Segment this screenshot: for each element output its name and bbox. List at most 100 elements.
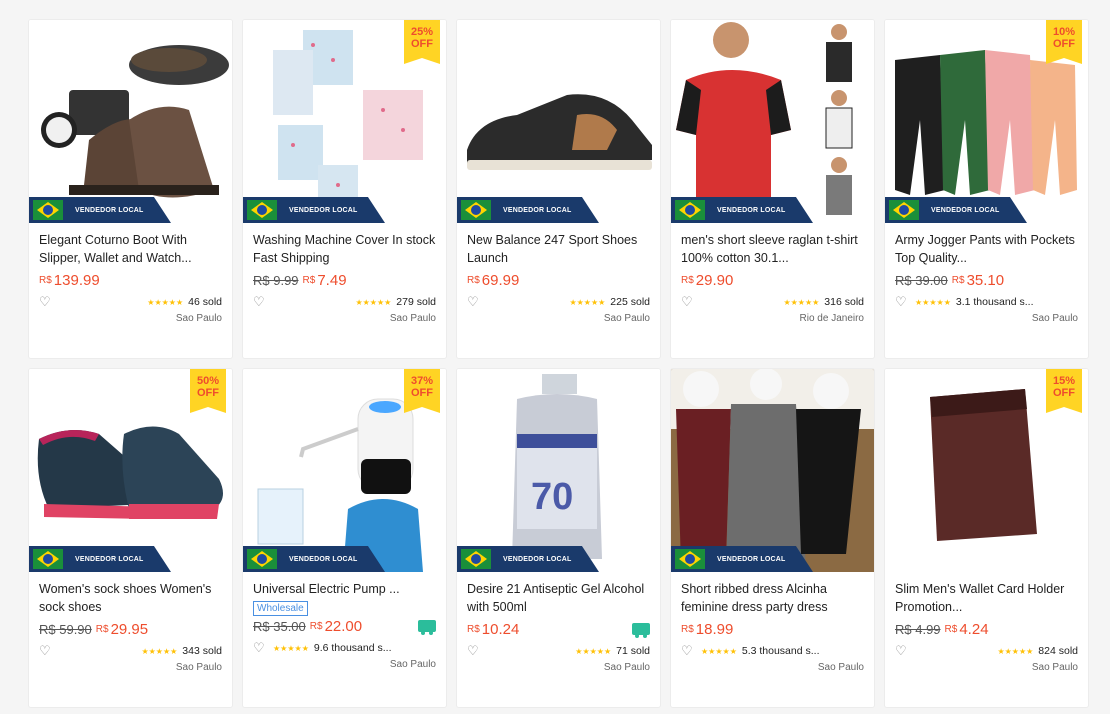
product-image[interactable]: 15% OFF — [885, 369, 1088, 572]
local-seller-label: VENDEDOR LOCAL — [289, 206, 358, 214]
currency-symbol: R$ — [681, 274, 694, 286]
discount-badge: 25% OFF — [404, 20, 440, 64]
local-seller-label: VENDEDOR LOCAL — [75, 206, 144, 214]
local-seller-label: VENDEDOR LOCAL — [289, 555, 358, 563]
currency-symbol: R$ — [467, 274, 480, 286]
discount-badge: 15% OFF — [1046, 369, 1082, 413]
heart-icon[interactable]: ♡ — [681, 295, 695, 308]
heart-icon[interactable]: ♡ — [681, 644, 695, 657]
product-title[interactable]: Army Jogger Pants with Pockets Top Quali… — [895, 231, 1078, 267]
product-image[interactable]: VENDEDOR LOCAL — [671, 369, 874, 572]
product-card[interactable]: 25% OFF VENDEDOR LOCAL Washing Machine C… — [243, 20, 446, 358]
heart-icon[interactable]: ♡ — [39, 295, 53, 308]
seller-location: Sao Paulo — [1031, 313, 1078, 324]
meta-row: ♡ ★★★★★ 343 sold — [39, 642, 222, 660]
product-image[interactable]: VENDEDOR LOCAL — [671, 20, 874, 223]
product-image[interactable]: 10% OFF VENDEDOR LOCAL — [885, 20, 1088, 223]
currency-symbol: R$ — [944, 623, 958, 635]
price-row: R$ 69.99 — [467, 269, 650, 291]
product-title[interactable]: Short ribbed dress Alcinha feminine dres… — [681, 580, 864, 616]
product-title[interactable]: Washing Machine Cover In stock Fast Ship… — [253, 231, 436, 267]
free-shipping-truck-icon — [632, 623, 650, 638]
boot-set-image — [29, 20, 232, 223]
product-image[interactable]: 70 VENDEDOR LOCAL — [457, 369, 660, 572]
meta-row: ♡ ★★★★★ 279 sold — [253, 293, 436, 311]
sold-count: 46 sold — [188, 296, 222, 308]
product-card[interactable]: VENDEDOR LOCAL Elegant Coturno Boot With… — [29, 20, 232, 358]
product-card[interactable]: VENDEDOR LOCAL New Balance 247 Sport Sho… — [457, 20, 660, 358]
product-title[interactable]: Desire 21 Antiseptic Gel Alcohol with 50… — [467, 580, 650, 616]
product-image[interactable]: VENDEDOR LOCAL — [29, 20, 232, 223]
product-card[interactable]: 50% OFF VENDEDOR LOCAL Women's sock shoe… — [29, 369, 232, 707]
seller-location: Rio de Janeiro — [799, 313, 864, 324]
heart-icon[interactable]: ♡ — [895, 644, 909, 657]
product-price: 22.00 — [324, 617, 363, 635]
dresses-image — [671, 369, 874, 572]
sold-count: 225 sold — [610, 296, 650, 308]
heart-icon[interactable]: ♡ — [39, 644, 53, 657]
discount-badge: 50% OFF — [190, 369, 226, 413]
star-rating-icon: ★★★★★ — [575, 646, 612, 656]
product-card[interactable]: 37% OFF VENDEDOR LOCAL Universal Electri… — [243, 369, 446, 707]
star-rating-icon: ★★★★★ — [915, 297, 951, 307]
product-price: 69.99 — [481, 271, 520, 289]
product-image[interactable]: VENDEDOR LOCAL — [457, 20, 660, 223]
product-title[interactable]: Women's sock shoes Women's sock shoes — [39, 580, 222, 616]
local-seller-label: VENDEDOR LOCAL — [717, 555, 786, 563]
product-title[interactable]: Elegant Coturno Boot With Slipper, Walle… — [39, 231, 222, 267]
currency-symbol: R$ — [302, 274, 316, 286]
heart-icon[interactable]: ♡ — [895, 295, 909, 308]
price-row: R$ 59.90 R$ 29.95 — [39, 618, 222, 640]
sneaker-image — [457, 20, 660, 223]
product-title[interactable]: New Balance 247 Sport Shoes Launch — [467, 231, 650, 267]
star-rating-icon: ★★★★★ — [147, 297, 184, 307]
star-rating-icon: ★★★★★ — [783, 297, 820, 307]
brazil-flag-icon — [461, 549, 491, 569]
brazil-flag-icon — [247, 200, 277, 220]
product-image[interactable]: 25% OFF VENDEDOR LOCAL — [243, 20, 446, 223]
local-seller-badge: VENDEDOR LOCAL — [457, 197, 599, 223]
local-seller-badge: VENDEDOR LOCAL — [885, 197, 1027, 223]
meta-row: ♡ ★★★★★ 225 sold — [467, 293, 650, 311]
wholesale-tag: Wholesale — [253, 601, 308, 616]
sold-count: 279 sold — [396, 296, 436, 308]
meta-row: ♡ ★★★★★ 3.1 thousand s... — [895, 293, 1078, 311]
local-seller-badge: VENDEDOR LOCAL — [29, 546, 171, 572]
product-title[interactable]: men's short sleeve raglan t-shirt 100% c… — [681, 231, 864, 267]
sold-count: 316 sold — [824, 296, 864, 308]
currency-symbol: R$ — [95, 623, 109, 635]
heart-icon[interactable]: ♡ — [467, 295, 481, 308]
product-card[interactable]: 70 VENDEDOR LOCAL Desire 21 Antiseptic G… — [457, 369, 660, 707]
original-price: R$ 9.99 — [253, 272, 299, 288]
heart-icon[interactable]: ♡ — [467, 644, 481, 657]
product-title[interactable]: Universal Electric Pump ... — [253, 580, 436, 598]
brazil-flag-icon — [33, 200, 63, 220]
brazil-flag-icon — [461, 200, 491, 220]
original-price: R$ 39.00 — [895, 272, 948, 288]
product-price: 29.95 — [110, 620, 149, 638]
product-image[interactable]: 50% OFF VENDEDOR LOCAL — [29, 369, 232, 572]
original-price: R$ 4.99 — [895, 621, 941, 637]
heart-icon[interactable]: ♡ — [253, 641, 267, 654]
product-card[interactable]: VENDEDOR LOCAL men's short sleeve raglan… — [671, 20, 874, 358]
product-title[interactable]: Slim Men's Wallet Card Holder Promotion.… — [895, 580, 1078, 616]
local-seller-label: VENDEDOR LOCAL — [931, 206, 1000, 214]
product-card[interactable]: 15% OFF Slim Men's Wallet Card Holder Pr… — [885, 369, 1088, 707]
local-seller-badge: VENDEDOR LOCAL — [671, 197, 813, 223]
local-seller-label: VENDEDOR LOCAL — [503, 206, 572, 214]
product-card[interactable]: 10% OFF VENDEDOR LOCAL Army Jogger Pants… — [885, 20, 1088, 358]
product-image[interactable]: 37% OFF VENDEDOR LOCAL — [243, 369, 446, 572]
price-row: R$ 39.00 R$ 35.10 — [895, 269, 1078, 291]
tshirt-image — [671, 20, 874, 223]
product-card[interactable]: VENDEDOR LOCAL Short ribbed dress Alcinh… — [671, 369, 874, 707]
sold-count: 9.6 thousand s... — [313, 642, 392, 654]
heart-icon[interactable]: ♡ — [253, 295, 267, 308]
seller-location: Sao Paulo — [175, 662, 222, 673]
star-rating-icon: ★★★★★ — [997, 646, 1034, 656]
star-rating-icon: ★★★★★ — [569, 297, 606, 307]
brazil-flag-icon — [247, 549, 277, 569]
seller-location: Sao Paulo — [817, 662, 864, 673]
meta-row: ♡ ★★★★★ 9.6 thousand s... — [253, 639, 436, 657]
product-price: 4.24 — [959, 620, 989, 638]
discount-badge: 37% OFF — [404, 369, 440, 413]
